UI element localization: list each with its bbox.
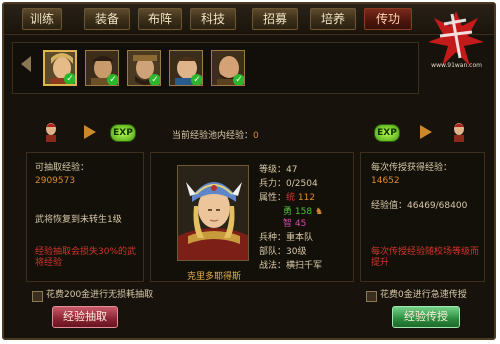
horse-icon: ♞ [314, 207, 324, 217]
hero-slot-4[interactable]: ✓ [169, 50, 203, 86]
extract-exp-button[interactable]: 经验抽取 [52, 306, 118, 328]
rapid-teach-checkbox[interactable] [366, 291, 377, 302]
hero-slot-1[interactable]: ✓ [43, 50, 77, 86]
tab-formation[interactable]: 布阵 [138, 8, 182, 30]
tab-technology[interactable]: 科技 [190, 8, 236, 30]
top-tabs: 训练 装备 布阵 科技 招募 培养 传功 [4, 4, 494, 35]
tab-recruit[interactable]: 招募 [252, 8, 298, 30]
hero-attr-zhi: 智 45 [283, 219, 307, 229]
per-teach-value: 14652 [371, 176, 400, 186]
arrow-right-icon [84, 125, 96, 139]
selected-check-icon: ✓ [233, 74, 244, 85]
hero-slot-5[interactable]: ✓ [211, 50, 245, 86]
hero-unit: 兵种：重本队 [259, 233, 314, 243]
per-teach-label: 每次传授获得经验： [371, 163, 453, 173]
hero-info-panel: 克里多耶得斯 等级：47 兵力：0/2504 属性：统 112 勇 158 ♞ … [150, 152, 354, 282]
hero-attributes: 属性：统 112 [259, 193, 316, 203]
extract-value: 2909573 [35, 176, 76, 186]
hero-troops: 兵力：0/2504 [259, 179, 318, 189]
hero-name: 克里多耶得斯 [186, 272, 241, 282]
exp-value: 经验值：46469/68400 [371, 201, 468, 211]
tab-equipment[interactable]: 装备 [84, 8, 130, 30]
extract-panel: 可抽取经验： 2909573 武将恢复到未转生1级 经验抽取会损失30%的武将经… [26, 152, 144, 282]
logo-site-text: www.91wan.com [431, 62, 482, 69]
experience-pool: 当前经验池内经验：0 [172, 131, 259, 141]
strip-left-arrow-icon[interactable] [21, 56, 31, 72]
exp-icon: EXP [110, 124, 136, 142]
lossless-extract-label: 花费200金进行无损耗抽取 [46, 290, 154, 300]
tab-training[interactable]: 训练 [22, 8, 62, 30]
warning-text: 经验抽取会损失30%的武将经验 [35, 247, 137, 268]
teach-panel: 每次传授获得经验： 14652 经验值：46469/68400 每次传授经验随校… [360, 152, 485, 282]
warrior-small-icon [46, 123, 56, 142]
rapid-teach-label: 花费0金进行急速传授 [380, 290, 467, 300]
tab-cultivate[interactable]: 培养 [310, 8, 356, 30]
lossless-extract-checkbox[interactable] [32, 291, 43, 302]
hero-slot-3[interactable]: ✓ [127, 50, 161, 86]
skill-transfer-window: 训练 装备 布阵 科技 招募 培养 传功 www.91wan.com ✓ ✓ ✓… [2, 2, 496, 340]
selected-check-icon: ✓ [107, 74, 118, 85]
exp-icon: EXP [374, 124, 400, 142]
selected-check-icon: ✓ [191, 74, 202, 85]
hero-ranks: 部队：30级 [259, 247, 307, 257]
warrior-small-icon [454, 123, 464, 142]
reset-text: 武将恢复到未转生1级 [35, 215, 122, 225]
selected-check-icon: ✓ [149, 74, 160, 85]
teach-note: 每次传授经验随校场等级而提升 [371, 247, 480, 268]
extract-label: 可抽取经验： [35, 163, 90, 173]
hero-attr-yong: 勇 158 ♞ [283, 207, 324, 217]
teach-exp-button[interactable]: 经验传授 [392, 306, 460, 328]
hero-portrait [177, 165, 249, 261]
hero-skill: 战法：横扫千军 [259, 261, 323, 271]
tab-transfer[interactable]: 传功 [364, 8, 412, 30]
selected-check-icon: ✓ [64, 73, 75, 84]
hero-level: 等级：47 [259, 165, 298, 175]
hero-slot-2[interactable]: ✓ [85, 50, 119, 86]
arrow-right-icon [420, 125, 432, 139]
hero-selector-strip: ✓ ✓ ✓ ✓ ✓ [12, 42, 419, 94]
